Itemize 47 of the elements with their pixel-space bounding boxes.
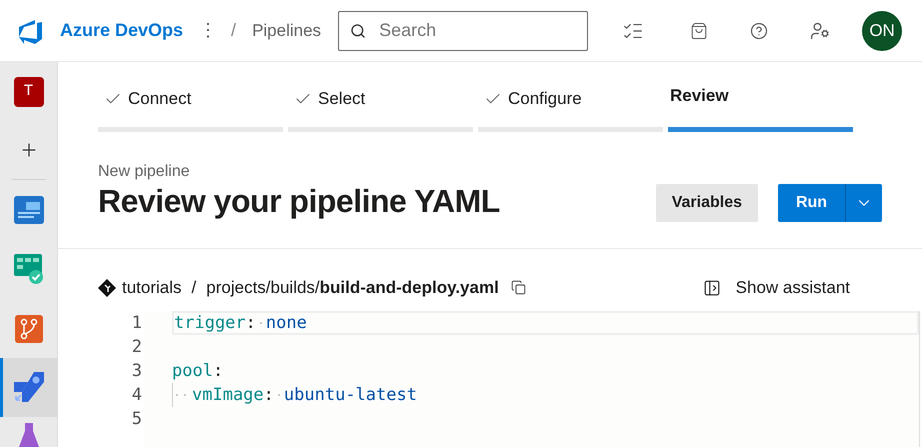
user-settings-icon[interactable]	[810, 20, 830, 40]
path-separator: /	[192, 276, 196, 299]
variables-button[interactable]: Variables	[656, 184, 758, 222]
show-assistant-button[interactable]: Show assistant	[702, 274, 850, 300]
code-token: ubuntu-latest	[284, 384, 417, 406]
code-token: trigger	[174, 312, 246, 334]
code-token: vmImage	[192, 384, 264, 406]
overview-icon[interactable]	[14, 196, 44, 224]
help-icon[interactable]	[750, 22, 768, 40]
line-number: 5	[132, 408, 142, 431]
page-subtitle: New pipeline	[98, 162, 191, 182]
line-number: 2	[132, 336, 142, 359]
line-number: 3	[132, 360, 142, 383]
line-number: 1	[132, 312, 142, 335]
run-button[interactable]: Run	[778, 184, 845, 222]
page-title: Review your pipeline YAML	[98, 182, 500, 220]
step-label: Connect	[128, 88, 192, 110]
repos-icon[interactable]	[14, 313, 42, 344]
step-label: Review	[670, 85, 729, 107]
step-label: Configure	[508, 88, 582, 110]
step-tab[interactable]: Configure	[478, 86, 663, 132]
breadcrumb-link[interactable]: Pipelines	[252, 18, 322, 44]
file-path: projects/builds/build-and-deploy.yaml	[206, 276, 499, 299]
search-icon	[350, 22, 366, 38]
user-avatar[interactable]: ON	[862, 10, 902, 50]
code-token: none	[266, 312, 307, 334]
code-token: :	[246, 312, 256, 334]
breadcrumb-separator: /	[231, 19, 236, 42]
more-button[interactable]: ⋮	[199, 17, 216, 44]
step-label: Select	[318, 88, 366, 110]
repo-name[interactable]: tutorials	[122, 274, 182, 300]
code-token: :	[264, 384, 274, 406]
copy-icon[interactable]	[510, 280, 526, 295]
step-tab[interactable]: Select	[288, 86, 473, 132]
git-icon	[98, 278, 116, 296]
step-tab[interactable]: Review	[668, 86, 853, 132]
flask-icon[interactable]	[18, 423, 38, 447]
project-avatar[interactable]: T	[14, 76, 44, 107]
code-token: pool	[172, 360, 213, 382]
step-tab[interactable]: Connect	[98, 86, 283, 132]
bag-icon[interactable]	[690, 20, 708, 40]
line-number: 4	[132, 384, 142, 407]
brand-title[interactable]: Azure DevOps	[60, 17, 184, 44]
code-token: :	[212, 360, 224, 382]
panel-icon	[702, 278, 722, 296]
search-field[interactable]: Search	[338, 10, 588, 50]
boards-icon[interactable]	[14, 254, 44, 284]
